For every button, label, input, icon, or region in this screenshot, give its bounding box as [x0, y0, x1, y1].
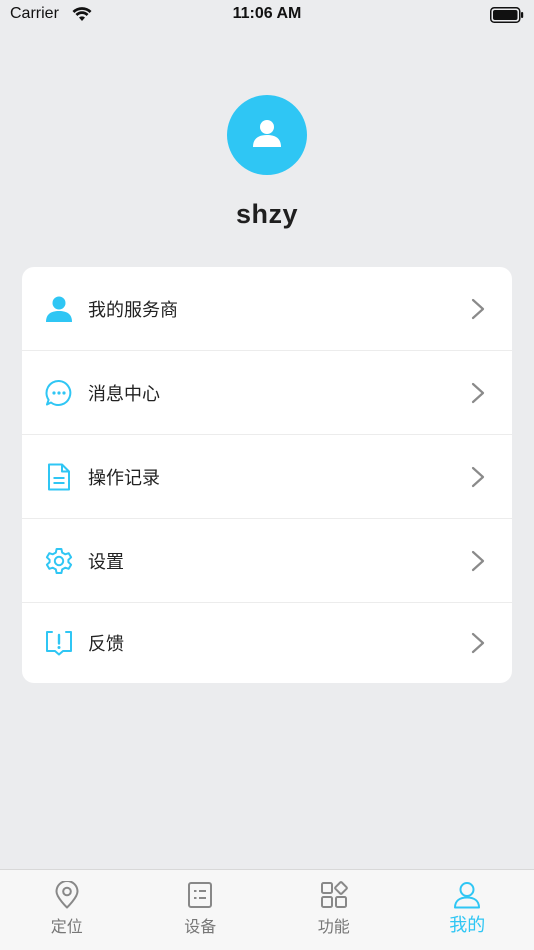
- menu-item-label: 我的服务商: [88, 299, 178, 321]
- menu-item-feedback[interactable]: 反馈: [22, 603, 512, 683]
- tab-location[interactable]: 定位: [0, 870, 134, 950]
- document-icon: [44, 462, 74, 492]
- menu-card: 我的服务商 消息中心 操作记录 设置 反馈: [22, 267, 512, 683]
- chevron-right-icon: [470, 631, 486, 655]
- tab-devices[interactable]: 设备: [134, 870, 268, 950]
- username: shzy: [235, 199, 299, 229]
- location-pin-icon: [53, 881, 81, 909]
- chevron-right-icon: [470, 381, 486, 405]
- chevron-right-icon: [470, 297, 486, 321]
- tab-functions[interactable]: 功能: [267, 870, 401, 950]
- menu-item-label: 操作记录: [88, 467, 160, 489]
- menu-item-label: 设置: [88, 551, 124, 573]
- feedback-icon: [44, 628, 74, 658]
- user-icon: [251, 117, 283, 153]
- device-list-icon: [186, 881, 214, 909]
- tab-bar: 定位 设备 功能 我的: [0, 869, 534, 950]
- chevron-right-icon: [470, 549, 486, 573]
- chevron-right-icon: [470, 465, 486, 489]
- apps-grid-icon: [320, 881, 348, 909]
- profile-icon: [453, 881, 481, 909]
- chat-bubble-icon: [44, 378, 74, 408]
- menu-item-message-center[interactable]: 消息中心: [22, 351, 512, 435]
- status-bar: Carrier 11:06 AM: [0, 0, 534, 30]
- gear-icon: [44, 546, 74, 576]
- tab-label: 设备: [184, 917, 217, 936]
- person-icon: [44, 294, 74, 324]
- tab-label: 我的: [449, 915, 486, 936]
- menu-item-settings[interactable]: 设置: [22, 519, 512, 603]
- menu-item-label: 消息中心: [88, 383, 160, 405]
- tab-mine[interactable]: 我的: [401, 870, 534, 950]
- status-time: 11:06 AM: [232, 5, 302, 22]
- tab-label: 定位: [50, 917, 83, 936]
- menu-item-label: 反馈: [88, 634, 124, 655]
- tab-label: 功能: [317, 917, 350, 936]
- battery-icon: [490, 7, 524, 27]
- avatar[interactable]: [227, 95, 307, 175]
- menu-item-service-provider[interactable]: 我的服务商: [22, 267, 512, 351]
- menu-item-operation-log[interactable]: 操作记录: [22, 435, 512, 519]
